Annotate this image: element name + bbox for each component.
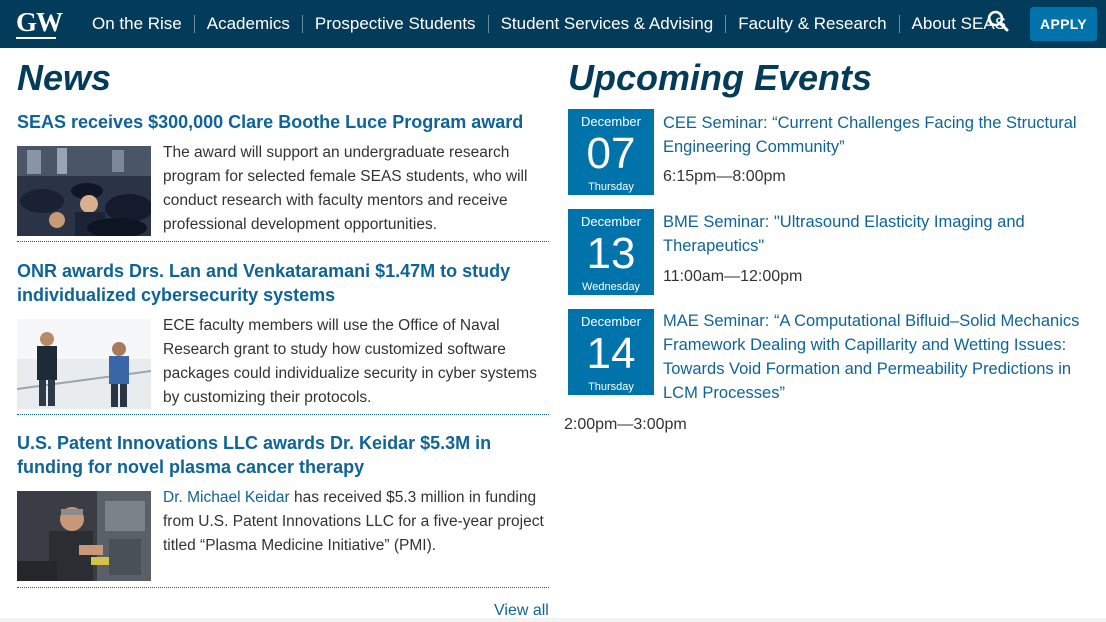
event-month: December (581, 214, 641, 229)
event-month: December (581, 314, 641, 329)
news-summary: Dr. Michael Keidar has received $5.3 mil… (163, 486, 553, 558)
news-divider (17, 414, 549, 415)
event-date-badge: December 13 Wednesday (568, 209, 654, 295)
event-time: 2:00pm—3:00pm (564, 416, 687, 433)
event-day: 07 (586, 129, 636, 178)
nav-item-faculty-research[interactable]: Faculty & Research (726, 14, 898, 34)
event-day: 13 (586, 229, 636, 278)
event-date-badge: December 14 Thursday (568, 309, 654, 395)
logo-text: GW (16, 7, 63, 37)
event-weekday: Wednesday (582, 281, 640, 293)
news-headline[interactable]: U.S. Patent Innovations LLC awards Dr. K… (17, 431, 549, 479)
graduation-photo (17, 146, 151, 236)
news-divider (17, 241, 549, 242)
event-weekday: Thursday (588, 381, 634, 393)
event-title-link[interactable]: BME Seminar: "Ultrasound Elasticity Imag… (663, 210, 1098, 258)
nav-item-prospective-students[interactable]: Prospective Students (303, 14, 488, 34)
page-bottom-edge (0, 618, 1106, 622)
event-time: 6:15pm—8:00pm (663, 168, 786, 185)
search-icon[interactable] (986, 9, 1010, 33)
news-thumbnail-lab[interactable] (17, 491, 151, 581)
event-time: 11:00am—12:00pm (663, 268, 803, 285)
news-item: SEAS receives $300,000 Clare Boothe Luce… (17, 110, 549, 134)
event-date-badge: December 07 Thursday (568, 109, 654, 195)
news-headline[interactable]: ONR awards Drs. Lan and Venkataramani $1… (17, 259, 549, 307)
event-title-link[interactable]: CEE Seminar: “Current Challenges Facing … (663, 111, 1098, 159)
keidar-profile-link[interactable]: Dr. Michael Keidar (163, 489, 290, 506)
nav-item-academics[interactable]: Academics (195, 14, 302, 34)
news-headline[interactable]: SEAS receives $300,000 Clare Boothe Luce… (17, 110, 549, 134)
apply-button[interactable]: APPLY (1030, 7, 1097, 41)
event-month: December (581, 114, 641, 129)
logo-underline (16, 37, 56, 39)
nav-item-student-services[interactable]: Student Services & Advising (489, 14, 726, 34)
news-divider (17, 587, 549, 588)
event-day: 14 (586, 329, 636, 378)
news-summary: The award will support an undergraduate … (163, 144, 528, 233)
events-heading: Upcoming Events (568, 57, 873, 98)
top-navigation-bar: GW On the Rise Academics Prospective Stu… (0, 0, 1106, 48)
gw-logo[interactable]: GW (16, 8, 63, 40)
main-nav: On the Rise Academics Prospective Studen… (80, 0, 1018, 48)
news-summary: ECE faculty members will use the Office … (163, 317, 537, 406)
news-heading: News (17, 57, 112, 98)
nav-item-on-the-rise[interactable]: On the Rise (80, 14, 194, 34)
news-item: ONR awards Drs. Lan and Venkataramani $1… (17, 259, 549, 307)
event-title-link[interactable]: MAE Seminar: “A Computational Bifluid–So… (663, 309, 1098, 405)
lab-photo (17, 491, 151, 581)
event-weekday: Thursday (588, 181, 634, 193)
news-item: U.S. Patent Innovations LLC awards Dr. K… (17, 431, 549, 479)
news-thumbnail-faculty[interactable] (17, 319, 151, 409)
news-thumbnail-graduation[interactable] (17, 146, 151, 236)
faculty-photo (17, 319, 151, 409)
